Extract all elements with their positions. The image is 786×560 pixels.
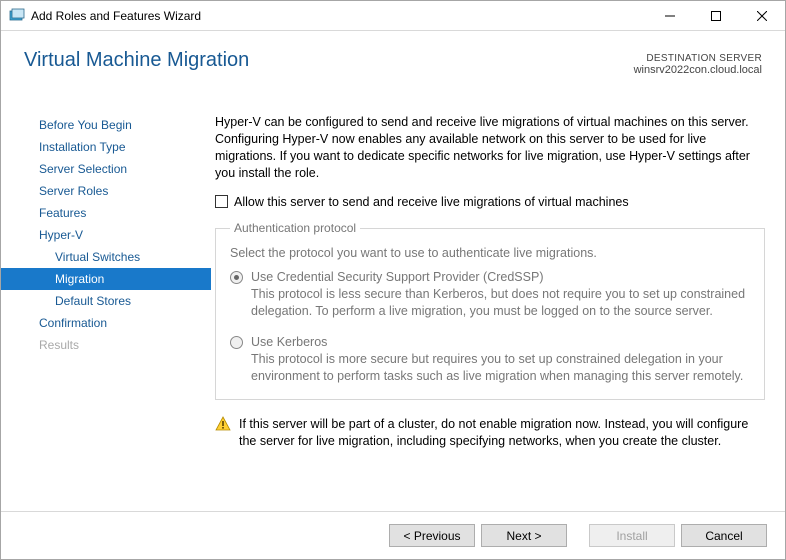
maximize-button[interactable] [693, 1, 739, 31]
kerberos-desc: This protocol is more secure but require… [251, 351, 750, 385]
header: Virtual Machine Migration DESTINATION SE… [1, 31, 785, 109]
content-pane: Hyper-V can be configured to send and re… [211, 109, 775, 511]
destination-label: DESTINATION SERVER [634, 53, 762, 64]
credssp-desc: This protocol is less secure than Kerber… [251, 286, 750, 320]
auth-option-credssp: Use Credential Security Support Provider… [230, 269, 750, 320]
credssp-radio[interactable] [230, 271, 243, 284]
allow-migrations-row: Allow this server to send and receive li… [215, 194, 765, 211]
window-title: Add Roles and Features Wizard [31, 9, 647, 23]
nav-installation-type[interactable]: Installation Type [1, 136, 211, 158]
kerberos-body: Use Kerberos This protocol is more secur… [251, 334, 750, 385]
destination-block: DESTINATION SERVER winsrv2022con.cloud.l… [634, 49, 762, 109]
kerberos-label: Use Kerberos [251, 334, 750, 351]
cancel-button[interactable]: Cancel [681, 524, 767, 547]
body: Before You Begin Installation Type Serve… [1, 109, 785, 511]
nav-migration[interactable]: Migration [1, 268, 211, 290]
wizard-window: Add Roles and Features Wizard Virtual Ma… [0, 0, 786, 560]
nav-default-stores[interactable]: Default Stores [1, 290, 211, 312]
nav-results: Results [1, 334, 211, 356]
credssp-body: Use Credential Security Support Provider… [251, 269, 750, 320]
credssp-label: Use Credential Security Support Provider… [251, 269, 750, 286]
auth-legend: Authentication protocol [230, 220, 360, 236]
cluster-warning-text: If this server will be part of a cluster… [239, 416, 765, 450]
nav-hyper-v[interactable]: Hyper-V [1, 224, 211, 246]
next-button[interactable]: Next > [481, 524, 567, 547]
previous-button[interactable]: < Previous [389, 524, 475, 547]
nav-server-selection[interactable]: Server Selection [1, 158, 211, 180]
nav-features[interactable]: Features [1, 202, 211, 224]
install-button: Install [589, 524, 675, 547]
window-controls [647, 1, 785, 30]
nav-confirmation[interactable]: Confirmation [1, 312, 211, 334]
footer: < Previous Next > Install Cancel [1, 511, 785, 559]
warning-icon [215, 416, 231, 432]
minimize-button[interactable] [647, 1, 693, 31]
auth-hint: Select the protocol you want to use to a… [230, 245, 750, 262]
auth-option-kerberos: Use Kerberos This protocol is more secur… [230, 334, 750, 385]
allow-migrations-label: Allow this server to send and receive li… [234, 194, 629, 211]
kerberos-radio[interactable] [230, 336, 243, 349]
close-button[interactable] [739, 1, 785, 31]
allow-migrations-checkbox[interactable] [215, 195, 228, 208]
intro-text: Hyper-V can be configured to send and re… [215, 114, 765, 182]
nav-server-roles[interactable]: Server Roles [1, 180, 211, 202]
wizard-nav: Before You Begin Installation Type Serve… [1, 109, 211, 511]
destination-value: winsrv2022con.cloud.local [634, 64, 762, 76]
cluster-warning: If this server will be part of a cluster… [215, 416, 765, 450]
nav-before-you-begin[interactable]: Before You Begin [1, 114, 211, 136]
server-manager-icon [9, 8, 25, 24]
nav-virtual-switches[interactable]: Virtual Switches [1, 246, 211, 268]
auth-protocol-group: Authentication protocol Select the proto… [215, 220, 765, 399]
page-title: Virtual Machine Migration [24, 49, 249, 109]
titlebar: Add Roles and Features Wizard [1, 1, 785, 31]
